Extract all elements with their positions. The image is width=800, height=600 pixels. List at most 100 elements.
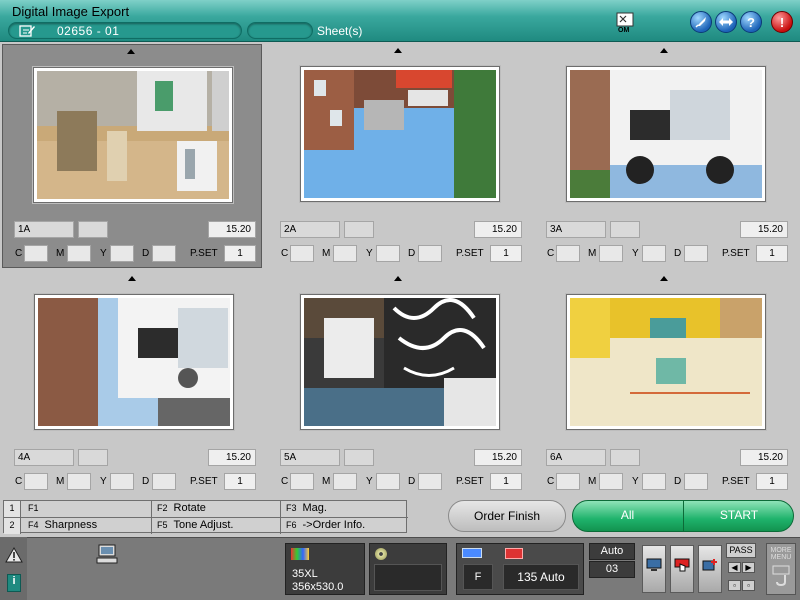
monitor-button[interactable]: [642, 545, 666, 593]
print-hand-button[interactable]: [670, 545, 694, 593]
warning-icon[interactable]: [5, 547, 23, 563]
output-media-panel[interactable]: 35XL 356x530.0: [285, 543, 365, 595]
d-field[interactable]: [684, 473, 708, 490]
d-field[interactable]: [418, 473, 442, 490]
y-field[interactable]: [642, 245, 666, 262]
pset-field[interactable]: 1: [490, 473, 522, 490]
prev-arrow-icon[interactable]: ◀: [728, 562, 741, 573]
f2-key: F2: [157, 503, 168, 513]
frame-blank-field[interactable]: [344, 449, 374, 466]
m-field[interactable]: [67, 245, 91, 262]
frame-blank-field[interactable]: [78, 449, 108, 466]
help-button[interactable]: ?: [740, 11, 762, 33]
rotate-arrow-icon[interactable]: [394, 276, 402, 281]
app-title: Digital Image Export: [12, 4, 130, 19]
c-field[interactable]: [556, 245, 580, 262]
f6-key: F6: [286, 520, 297, 530]
rotate-arrow-icon[interactable]: [660, 48, 668, 53]
pass-button[interactable]: PASS: [726, 543, 756, 558]
c-label: C: [281, 476, 289, 487]
frame-blank-field[interactable]: [78, 221, 108, 238]
f1-button[interactable]: F1: [24, 501, 150, 517]
m-field[interactable]: [333, 245, 357, 262]
y-field[interactable]: [376, 473, 400, 490]
m-field[interactable]: [599, 245, 623, 262]
start-button[interactable]: START: [683, 500, 794, 532]
f6-order-info-button[interactable]: F6 ->Order Info.: [282, 518, 406, 534]
d-field[interactable]: [152, 245, 176, 262]
m-field[interactable]: [333, 473, 357, 490]
all-button[interactable]: All: [572, 500, 683, 532]
frame-thumbnail[interactable]: [300, 66, 500, 202]
frame-id: 2A: [280, 221, 340, 238]
frame-thumbnail[interactable]: [566, 66, 766, 202]
frame-size[interactable]: 15.20: [208, 449, 256, 466]
frame-blank-field[interactable]: [344, 221, 374, 238]
film-panel[interactable]: F 135 Auto: [456, 543, 584, 595]
frame-thumbnail[interactable]: [300, 294, 500, 430]
frame-size[interactable]: 15.20: [208, 221, 256, 238]
fkey-row-1[interactable]: 1: [4, 501, 21, 517]
frame-thumbnail[interactable]: [34, 294, 234, 430]
y-field[interactable]: [642, 473, 666, 490]
launch-button[interactable]: [690, 11, 712, 33]
frame-size[interactable]: 15.20: [740, 449, 788, 466]
computer-icon[interactable]: [96, 544, 118, 564]
pset-field[interactable]: 1: [224, 473, 256, 490]
m-field[interactable]: [67, 473, 91, 490]
f5-tone-adjust-button[interactable]: F5 Tone Adjust.: [153, 518, 279, 534]
frame-blank-field[interactable]: [610, 449, 640, 466]
count-display[interactable]: 03: [589, 561, 635, 578]
frame-thumbnail[interactable]: [566, 294, 766, 430]
more-menu-button[interactable]: MORE MENU: [766, 543, 796, 595]
mode-display[interactable]: Auto: [589, 543, 635, 560]
c-field[interactable]: [556, 473, 580, 490]
edit-icon[interactable]: [19, 24, 35, 37]
d-field[interactable]: [418, 245, 442, 262]
function-key-panel: 1 2 F1 F2 Rotate F3 Mag. F4 Sharpness F5 Ton…: [3, 500, 408, 534]
c-field[interactable]: [24, 245, 48, 262]
pset-field[interactable]: 1: [756, 245, 788, 262]
rotate-arrow-icon[interactable]: [394, 48, 402, 53]
sheet-count-field[interactable]: [247, 22, 313, 39]
frame-thumbnail[interactable]: [33, 67, 233, 203]
c-field[interactable]: [24, 473, 48, 490]
y-field[interactable]: [110, 245, 134, 262]
pset-field[interactable]: 1: [490, 245, 522, 262]
cd-drive-panel[interactable]: [369, 543, 447, 595]
film-type: 135 Auto: [503, 564, 579, 590]
frame-id: 5A: [280, 449, 340, 466]
f4-sharpness-button[interactable]: F4 Sharpness: [24, 518, 150, 534]
info-icon[interactable]: i: [7, 574, 21, 592]
fkey-row-2[interactable]: 2: [4, 518, 21, 534]
rotate-arrow-icon[interactable]: [127, 49, 135, 54]
pset-field[interactable]: 1: [756, 473, 788, 490]
d-field[interactable]: [684, 245, 708, 262]
frame-size[interactable]: 15.20: [474, 449, 522, 466]
c-field[interactable]: [290, 473, 314, 490]
d-field[interactable]: [152, 473, 176, 490]
y-label: Y: [632, 476, 639, 487]
order-finish-button[interactable]: Order Finish: [448, 500, 566, 532]
f2-rotate-button[interactable]: F2 Rotate: [153, 501, 279, 517]
y-field[interactable]: [376, 245, 400, 262]
om-button[interactable]: OM: [614, 11, 636, 33]
add-image-button[interactable]: [698, 545, 722, 593]
frame-size[interactable]: 15.20: [474, 221, 522, 238]
alert-button[interactable]: !: [771, 11, 793, 33]
d-label: D: [408, 248, 416, 259]
small-next-icon[interactable]: ▫: [742, 580, 755, 591]
pset-field[interactable]: 1: [224, 245, 256, 262]
y-field[interactable]: [110, 473, 134, 490]
rotate-arrow-icon[interactable]: [128, 276, 136, 281]
frame-size[interactable]: 15.20: [740, 221, 788, 238]
f3-mag-button[interactable]: F3 Mag.: [282, 501, 406, 517]
next-arrow-icon[interactable]: ▶: [742, 562, 755, 573]
monitor-icon: [646, 558, 662, 571]
m-field[interactable]: [599, 473, 623, 490]
frame-blank-field[interactable]: [610, 221, 640, 238]
c-field[interactable]: [290, 245, 314, 262]
switch-button[interactable]: [715, 11, 737, 33]
small-prev-icon[interactable]: ▫: [728, 580, 741, 591]
rotate-arrow-icon[interactable]: [660, 276, 668, 281]
